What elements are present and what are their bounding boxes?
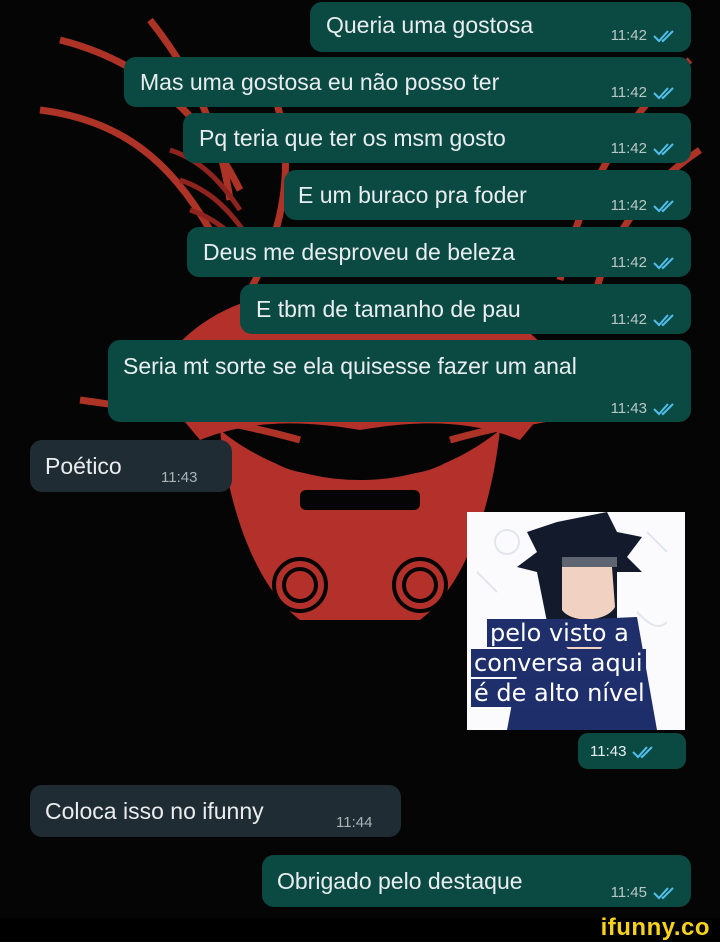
sticker-line: é de alto nível [471,679,648,707]
message-bubble-2[interactable]: Mas uma gostosa eu não posso ter 11:42 [124,57,691,107]
message-meta: 11:44 [336,809,372,837]
message-time: 11:42 [610,140,647,157]
message-time: 11:43 [610,400,647,417]
sticker-line: conversa aqui [471,649,646,677]
message-bubble-8[interactable]: Poético 11:43 [30,440,232,492]
double-check-read-icon [653,200,674,213]
double-check-read-icon [653,87,674,100]
double-check-read-icon [653,143,674,156]
message-meta: 11:43 [161,464,197,492]
message-meta: 11:42 [611,192,677,220]
message-meta: 11:42 [611,79,677,107]
double-check-read-icon [653,257,674,270]
message-bubble-6[interactable]: E tbm de tamanho de pau 11:42 [240,284,691,334]
sticker-caption: pelo visto a conversa aqui é de alto nív… [467,618,685,708]
message-text: Poético [45,453,122,479]
double-check-read-icon [653,314,674,327]
message-text: Pq teria que ter os msm gosto [199,125,506,151]
message-time: 11:42 [610,311,647,328]
message-text: E tbm de tamanho de pau [256,296,521,322]
message-time: 11:42 [610,254,647,271]
message-meta: 11:42 [611,249,677,277]
watermark-bar: ifunny.co [0,914,720,941]
message-time: 11:44 [336,814,373,831]
message-time: 11:43 [161,469,198,486]
message-text: Queria uma gostosa [326,12,534,38]
double-check-read-icon [653,887,674,900]
sticker-meta: 11:43 [578,733,686,769]
ifunny-watermark: ifunny.co [600,914,710,941]
message-bubble-1[interactable]: Queria uma gostosa 11:42 [310,2,691,52]
message-bubble-4[interactable]: E um buraco pra foder 11:42 [284,170,691,220]
message-time: 11:43 [590,743,627,760]
message-text: Seria mt sorte se ela quisesse fazer um … [123,353,577,379]
double-check-read-icon [632,745,654,758]
message-meta: 11:42 [611,22,677,50]
message-text: Coloca isso no ifunny [45,798,264,824]
message-time: 11:42 [610,197,647,214]
message-text: Mas uma gostosa eu não posso ter [140,69,500,95]
message-text: E um buraco pra foder [298,182,527,208]
message-meta: 11:45 [611,879,677,907]
message-time: 11:42 [610,27,647,44]
message-time: 11:45 [610,884,647,901]
double-check-read-icon [653,30,674,43]
message-text: Obrigado pelo destaque [277,868,523,894]
message-bubble-10[interactable]: Obrigado pelo destaque 11:45 [262,855,691,907]
message-bubble-5[interactable]: Deus me desproveu de beleza 11:42 [187,227,691,277]
double-check-read-icon [653,403,674,416]
message-bubble-7[interactable]: Seria mt sorte se ela quisesse fazer um … [108,340,691,422]
message-meta: 11:42 [611,306,677,334]
sticker-image[interactable]: pelo visto a conversa aqui é de alto nív… [467,512,685,730]
message-time: 11:42 [610,84,647,101]
sticker-line: pelo visto a [487,619,632,647]
message-bubble-3[interactable]: Pq teria que ter os msm gosto 11:42 [183,113,691,163]
message-meta: 11:42 [611,135,677,163]
message-bubble-9[interactable]: Coloca isso no ifunny 11:44 [30,785,401,837]
message-meta: 11:43 [611,395,677,423]
message-text: Deus me desproveu de beleza [203,239,515,265]
